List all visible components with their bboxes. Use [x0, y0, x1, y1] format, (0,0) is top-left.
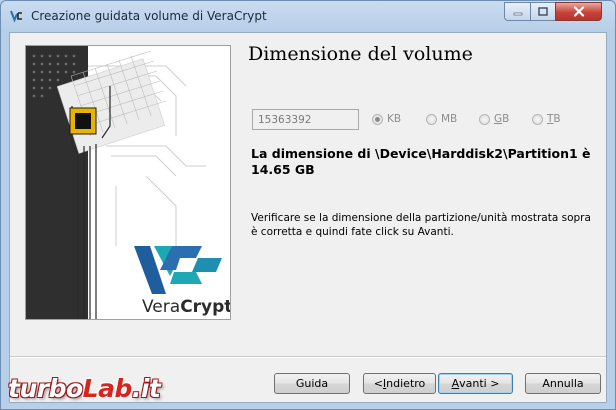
close-icon: [573, 6, 584, 17]
unit-label-mb: MB: [441, 113, 458, 125]
radio-indicator[interactable]: [532, 113, 543, 125]
unit-label-kb: KB: [387, 113, 402, 125]
unit-radio-gb[interactable]: GB: [479, 113, 509, 125]
minimize-button[interactable]: [504, 2, 531, 21]
button-area-divider: [10, 356, 606, 358]
minimize-icon: [513, 12, 522, 15]
unit-radio-mb[interactable]: MB: [426, 113, 457, 125]
wizard-content: VeraCrypt Dimensione del volume KB MB GB…: [9, 32, 607, 403]
window-title: Creazione guidata volume di VeraCrypt: [31, 9, 267, 23]
page-title: Dimensione del volume: [248, 43, 473, 65]
detected-size-line-2: 14.65 GB: [251, 162, 315, 177]
title-bar[interactable]: Creazione guidata volume di VeraCrypt: [1, 1, 615, 31]
brand-crypt: Crypt: [180, 297, 230, 317]
radio-indicator[interactable]: [479, 113, 490, 125]
back-button[interactable]: < Indietro: [363, 373, 436, 394]
volume-size-input[interactable]: [252, 109, 359, 130]
detected-size-line-1: La dimensione di \Device\Harddisk2\Parti…: [251, 146, 591, 161]
unit-label-gb: GB: [494, 113, 510, 125]
veracrypt-logo: VeraCrypt: [134, 246, 230, 317]
unit-label-tb: TB: [547, 113, 561, 125]
circuit-board-illustration: VeraCrypt: [26, 46, 230, 319]
svg-text:VeraCrypt: VeraCrypt: [142, 297, 230, 317]
cancel-button[interactable]: Annulla: [525, 373, 601, 394]
veracrypt-app-icon[interactable]: [9, 8, 25, 24]
radio-indicator[interactable]: [372, 113, 383, 125]
verify-instructions: Verificare se la dimensione della partiz…: [251, 212, 591, 238]
brand-vera: Vera: [142, 297, 180, 317]
unit-radio-kb[interactable]: KB: [372, 113, 401, 125]
help-button[interactable]: Guida: [274, 373, 350, 394]
radio-indicator[interactable]: [426, 113, 437, 125]
maximize-button[interactable]: [530, 2, 556, 21]
detected-size-text: La dimensione di \Device\Harddisk2\Parti…: [251, 146, 591, 178]
unit-radio-tb[interactable]: TB: [532, 113, 561, 125]
wizard-window: Creazione guidata volume di VeraCrypt Ve…: [0, 0, 616, 410]
turbolab-watermark: turboLab.it: [8, 374, 161, 403]
close-button[interactable]: [555, 2, 602, 21]
next-button[interactable]: Avanti >: [438, 373, 513, 394]
maximize-icon: [538, 7, 548, 16]
veracrypt-banner-image: VeraCrypt: [25, 45, 231, 320]
